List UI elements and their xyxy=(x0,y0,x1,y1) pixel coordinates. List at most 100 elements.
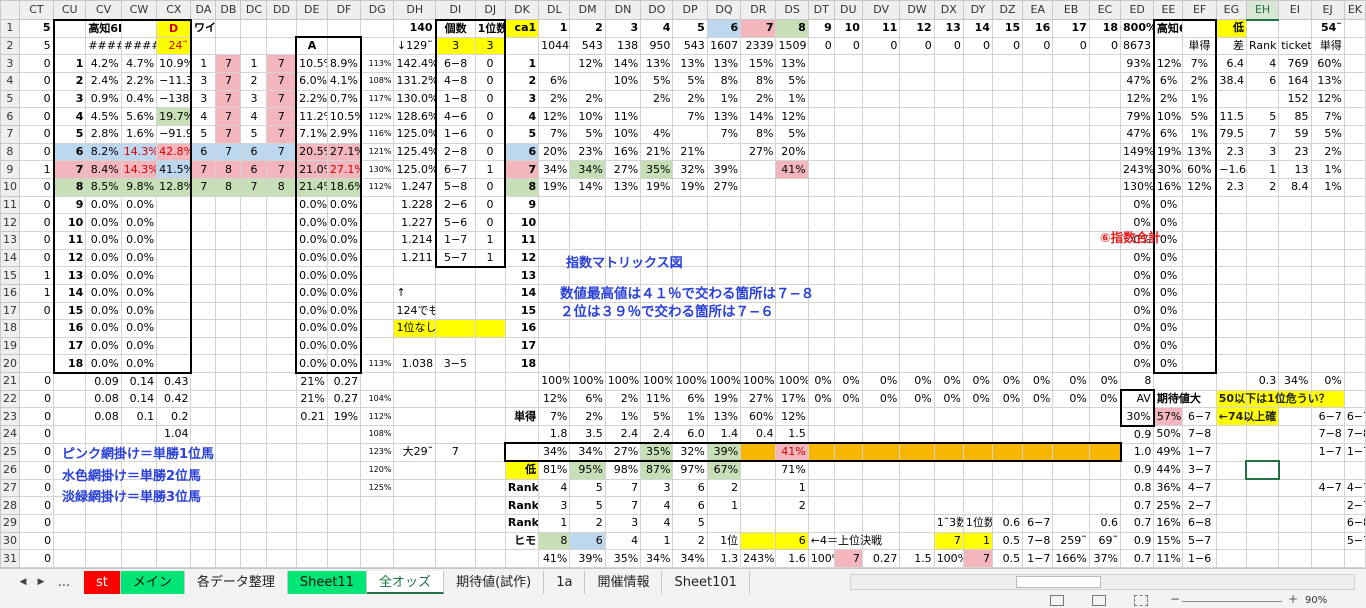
cell-ds29[interactable] xyxy=(775,513,809,533)
cell-ea23[interactable] xyxy=(1022,407,1054,427)
cell-eh26[interactable] xyxy=(1245,460,1280,481)
cell-dh28[interactable] xyxy=(393,496,437,515)
cell-dv15[interactable] xyxy=(861,266,901,285)
cell-dz28[interactable] xyxy=(991,496,1024,515)
cell-db15[interactable] xyxy=(215,266,242,285)
cell-cu18[interactable]: 16 xyxy=(52,319,87,338)
cell-dk15[interactable]: 13 xyxy=(504,266,540,285)
cell-dd31[interactable] xyxy=(266,549,297,568)
cell-dn26[interactable]: 98% xyxy=(604,460,642,480)
page-layout-icon[interactable] xyxy=(1092,595,1106,606)
cell-da12[interactable] xyxy=(190,213,217,232)
cell-dj1[interactable]: 1位数 xyxy=(474,18,507,38)
cell-ed22[interactable]: AV xyxy=(1119,389,1155,409)
cell-ej1[interactable]: 54˜ xyxy=(1310,19,1345,38)
cell-dz30[interactable]: 0.5 xyxy=(991,531,1024,551)
cell-dj31[interactable] xyxy=(474,549,506,568)
cell-du18[interactable] xyxy=(833,319,863,338)
cell-dz17[interactable] xyxy=(991,301,1024,321)
cell-ef11[interactable] xyxy=(1182,195,1218,215)
cell-dy6[interactable] xyxy=(962,107,993,126)
cell-ek10[interactable] xyxy=(1343,177,1366,197)
cell-df8[interactable]: 27.1% xyxy=(326,142,362,162)
cell-di16[interactable] xyxy=(435,283,476,303)
cell-ei17[interactable] xyxy=(1278,301,1312,321)
cell-eb20[interactable] xyxy=(1052,354,1090,374)
cell-do6[interactable] xyxy=(640,107,674,126)
cell-dp24[interactable]: 6.0 xyxy=(672,425,708,444)
cell-eg16[interactable] xyxy=(1215,283,1247,303)
cell-dw18[interactable] xyxy=(899,319,935,338)
cell-cv22[interactable]: 0.08 xyxy=(85,389,122,409)
cell-dx21[interactable]: 0% xyxy=(933,372,964,391)
cell-du16[interactable] xyxy=(833,283,863,303)
cell-dg6[interactable]: 112% xyxy=(360,107,395,126)
cell-ek9[interactable] xyxy=(1343,160,1366,179)
cell-df3[interactable]: 8.9% xyxy=(326,54,362,73)
cell-ei11[interactable] xyxy=(1278,195,1312,215)
cell-eb12[interactable] xyxy=(1052,213,1090,232)
cell-dp11[interactable] xyxy=(672,195,708,215)
cell-dn8[interactable]: 16% xyxy=(604,142,642,162)
cell-ds5[interactable]: 1% xyxy=(775,89,809,109)
cell-ec7[interactable] xyxy=(1088,124,1122,144)
cell-eb29[interactable] xyxy=(1052,513,1090,533)
cell-dx6[interactable] xyxy=(933,107,964,126)
cell-ds19[interactable] xyxy=(775,336,809,356)
cell-ei2[interactable]: tickets xyxy=(1278,36,1312,56)
cell-cu21[interactable] xyxy=(53,372,87,391)
cell-dj20[interactable] xyxy=(474,354,506,374)
cell-dv21[interactable]: 0% xyxy=(861,372,901,391)
sheet-tab-4[interactable]: 全オッズ xyxy=(367,570,445,594)
cell-dh27[interactable] xyxy=(393,478,437,498)
cell-dn21[interactable]: 100% xyxy=(604,372,642,391)
cell-cu15[interactable]: 13 xyxy=(52,266,87,285)
cell-ct15[interactable]: 1 xyxy=(18,266,55,285)
cell-ct10[interactable]: 0 xyxy=(18,177,55,197)
cell-dx15[interactable] xyxy=(933,266,964,285)
row-header-30[interactable]: 30 xyxy=(0,531,20,551)
cell-ei21[interactable]: 34% xyxy=(1278,372,1312,391)
cell-db10[interactable]: 8 xyxy=(215,177,242,197)
cell-db4[interactable]: 7 xyxy=(215,71,242,91)
cell-dr13[interactable] xyxy=(740,230,777,250)
cell-dn2[interactable]: 138 xyxy=(604,36,642,56)
cell-dx7[interactable] xyxy=(933,124,964,144)
cell-do26[interactable]: 87% xyxy=(640,460,674,480)
cell-eg4[interactable]: 38.4 xyxy=(1215,71,1247,91)
cell-ek30[interactable]: 5−7 xyxy=(1343,531,1366,551)
cell-dc2[interactable] xyxy=(240,36,268,56)
cell-dp6[interactable]: 7% xyxy=(672,107,708,126)
cell-dy19[interactable] xyxy=(962,336,993,356)
cell-eh11[interactable] xyxy=(1245,195,1280,215)
cell-dx10[interactable] xyxy=(933,177,964,197)
cell-dn18[interactable] xyxy=(604,319,642,338)
cell-eg21[interactable] xyxy=(1215,372,1247,391)
cell-ec31[interactable]: 37% xyxy=(1088,549,1122,568)
cell-dg27[interactable]: 125% xyxy=(360,478,395,498)
cell-dh10[interactable]: 1.247 xyxy=(393,177,437,197)
cell-dn13[interactable] xyxy=(604,230,642,250)
cell-dx4[interactable] xyxy=(933,71,964,91)
cell-ek8[interactable] xyxy=(1343,142,1366,162)
cell-ds7[interactable]: 5% xyxy=(775,124,809,144)
cell-ei24[interactable] xyxy=(1278,425,1312,444)
cell-dq28[interactable]: 1 xyxy=(706,496,742,515)
cell-ds6[interactable]: 12% xyxy=(775,107,809,126)
cell-dg22[interactable]: 104% xyxy=(360,389,395,409)
cell-dj17[interactable] xyxy=(474,301,506,321)
cell-ec9[interactable] xyxy=(1088,160,1122,179)
cell-ed21[interactable]: 8 xyxy=(1120,372,1155,391)
cell-dt5[interactable] xyxy=(807,89,835,109)
cell-dx19[interactable] xyxy=(933,336,964,356)
cell-dg26[interactable]: 120% xyxy=(360,460,395,480)
cell-db24[interactable] xyxy=(215,425,242,444)
cell-ea25[interactable] xyxy=(1022,442,1054,463)
cell-dp31[interactable]: 34% xyxy=(672,549,708,568)
cell-do27[interactable]: 3 xyxy=(640,478,674,498)
cell-dd5[interactable]: 7 xyxy=(266,89,297,109)
cell-ds30[interactable]: 6 xyxy=(775,531,809,551)
cell-ds9[interactable]: 41% xyxy=(775,160,809,179)
cell-eh27[interactable] xyxy=(1245,478,1280,498)
cell-db7[interactable]: 7 xyxy=(215,124,242,144)
